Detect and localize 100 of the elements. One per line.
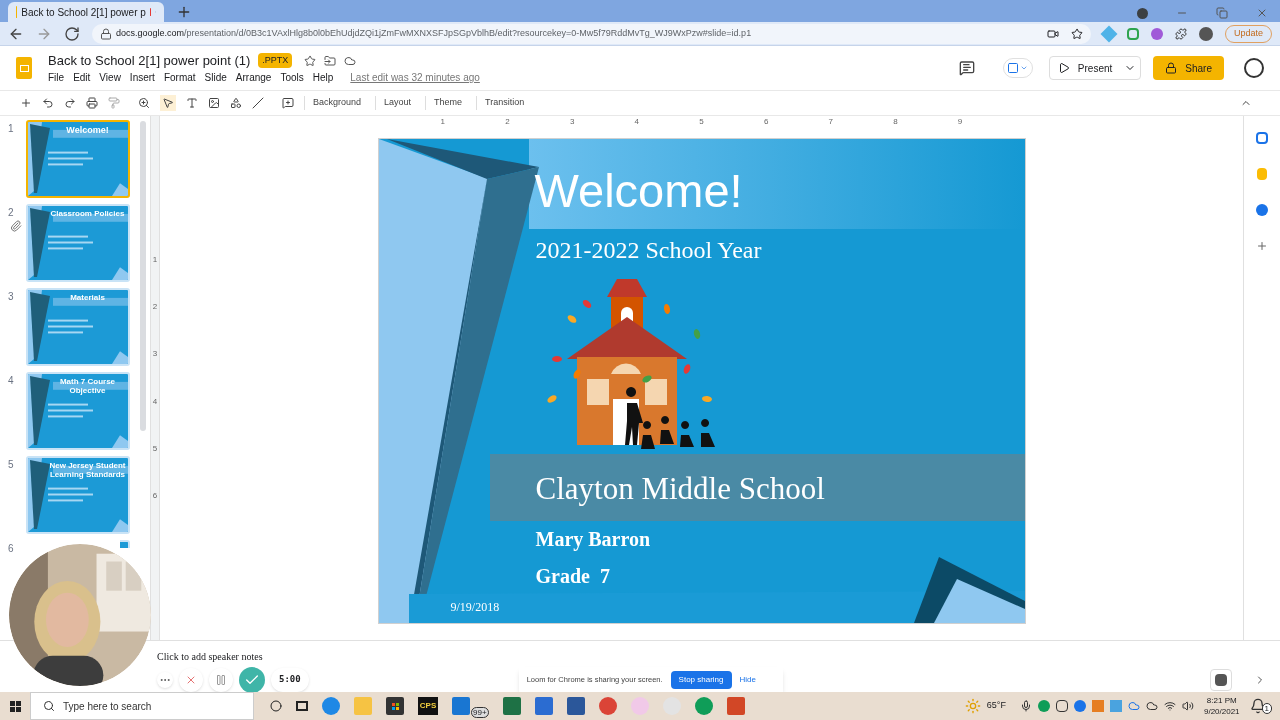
close-window-icon[interactable] — [1256, 7, 1268, 19]
thumbnail-title: Math 7 Course Objective — [58, 377, 117, 395]
menu-item[interactable]: Slide — [204, 70, 227, 86]
ruler-number: 7 — [828, 117, 833, 127]
pause-button[interactable] — [209, 668, 233, 692]
more-options-button[interactable] — [157, 672, 173, 688]
ruler-number: 9 — [957, 117, 963, 127]
browser-tab[interactable]: Back to School 2[1] power p — [8, 2, 164, 22]
scrollbar[interactable] — [140, 121, 146, 431]
stop-sharing-button[interactable]: Stop sharing — [670, 671, 732, 689]
calendar-icon[interactable] — [1256, 132, 1268, 144]
volume-icon[interactable] — [1181, 700, 1194, 712]
temperature-label[interactable]: 65°F — [986, 699, 1006, 713]
edge-icon[interactable] — [322, 697, 340, 715]
toolbar-button[interactable]: Transition — [476, 96, 529, 110]
ruler-number: 5 — [699, 117, 704, 127]
taskbar-search-field[interactable]: Type here to search — [30, 692, 254, 720]
toolbar-button[interactable]: Theme — [425, 96, 467, 110]
print-icon[interactable] — [86, 97, 98, 109]
finish-button[interactable] — [239, 667, 265, 693]
store-icon[interactable] — [386, 697, 404, 715]
mail-count-badge: 99+ — [471, 707, 489, 718]
menu-item[interactable]: Help — [312, 70, 334, 86]
redo-icon[interactable] — [64, 97, 76, 109]
reload-icon[interactable] — [64, 25, 80, 42]
cloud-icon[interactable] — [1145, 700, 1158, 712]
menu-item[interactable]: Format — [163, 70, 196, 86]
menu-item[interactable]: Insert — [129, 70, 155, 86]
play-icon — [1057, 62, 1070, 74]
share-button[interactable]: Share — [1153, 56, 1224, 80]
text-box-icon[interactable] — [186, 97, 198, 109]
cloud-icon[interactable] — [344, 54, 357, 67]
ruler-number: 6 — [152, 490, 158, 503]
school-name: Clayton Middle School — [535, 471, 825, 507]
teacher-name: Mary Barron — [535, 527, 651, 551]
task-view-icon[interactable] — [296, 701, 308, 711]
toolbar-button[interactable]: Layout — [375, 96, 416, 110]
search-placeholder: Type here to search — [63, 699, 152, 714]
shape-icon[interactable] — [230, 97, 242, 109]
onedrive-icon[interactable] — [1127, 700, 1140, 712]
clock-time[interactable]: 8:21 PM — [1206, 695, 1237, 706]
address-field[interactable]: docs.google.com/presentation/d/0B3c1VAxlHlg8b0l0bEhUdjdZQi1jZmFwMXNXSFJpSGpVblhB/edit?resourcekey=0-Mw5f79RddMvTg_WJ9WxPzw#slide=id.p1 — [92, 23, 1091, 44]
slide-title: Welcome! — [534, 163, 743, 219]
thumbnail-title: Classroom Policies — [49, 209, 126, 218]
slide-number: 3 — [8, 290, 15, 304]
line-icon[interactable] — [252, 97, 264, 109]
windows-logo-icon — [9, 700, 21, 712]
new-slide-icon[interactable] — [20, 97, 32, 109]
profile-menu-icon[interactable] — [1137, 7, 1148, 19]
zoom-icon[interactable] — [138, 97, 150, 109]
image-icon[interactable] — [208, 97, 220, 109]
ruler-number: 8 — [893, 117, 898, 127]
chat-app-icon[interactable] — [1037, 700, 1050, 712]
menu-item[interactable]: View — [99, 70, 121, 86]
menu-item[interactable]: File — [48, 70, 65, 86]
ruler-number: 4 — [634, 117, 639, 127]
slide-date: 9/19/2018 — [450, 600, 500, 614]
file-type-badge: .PPTX — [258, 52, 293, 69]
star-icon[interactable] — [304, 54, 317, 67]
menu-item[interactable]: Tools — [280, 70, 304, 86]
comments-icon[interactable] — [958, 60, 975, 76]
microphone-icon[interactable] — [1019, 700, 1032, 712]
extensions-icon[interactable] — [1174, 27, 1187, 40]
menu-item[interactable]: Edit — [73, 70, 91, 86]
toolbar-button[interactable]: Background — [304, 96, 366, 110]
explore-button[interactable] — [1210, 669, 1232, 691]
add-addon-icon[interactable] — [1256, 240, 1268, 252]
ruler-number: 5 — [152, 442, 158, 455]
notification-count: 1 — [1261, 703, 1272, 714]
cps-app-icon[interactable]: CPS — [418, 697, 438, 715]
cortana-icon[interactable] — [270, 700, 282, 712]
select-tool-icon[interactable] — [160, 95, 176, 111]
move-folder-icon[interactable] — [324, 54, 337, 67]
lock-icon — [100, 27, 112, 40]
attachment-icon — [10, 220, 22, 232]
account-avatar[interactable] — [1244, 58, 1264, 78]
notifications-icon[interactable] — [1249, 698, 1266, 714]
hide-link[interactable]: Hide — [739, 674, 756, 686]
clock-date[interactable]: 9/20/2021 — [1203, 706, 1240, 717]
add-comment-icon[interactable] — [282, 97, 294, 109]
camera-icon[interactable] — [1046, 27, 1059, 40]
slide-number: 1 — [8, 122, 15, 136]
slide-number: 2 — [8, 206, 15, 220]
last-edit-link[interactable]: Last edit was 32 minutes ago — [350, 70, 480, 86]
restore-icon[interactable] — [1216, 7, 1228, 19]
tab-title: Back to School 2[1] power p — [21, 5, 146, 20]
menu-item[interactable]: Arrange — [235, 70, 272, 86]
document-title[interactable]: Back to School 2[1] power point (1) — [48, 50, 251, 71]
bookmark-star-icon[interactable] — [1070, 27, 1083, 40]
search-icon — [43, 700, 55, 712]
new-tab-icon[interactable] — [176, 4, 192, 20]
ruler-number: 4 — [152, 395, 158, 408]
slide-subtitle: 2021-2022 School Year — [535, 236, 762, 264]
undo-icon[interactable] — [42, 97, 54, 109]
wifi-icon[interactable] — [1163, 700, 1176, 712]
thumbnail-title: New Jersey Student Learning Standards — [48, 461, 127, 479]
lock-icon — [1165, 62, 1178, 74]
speaker-notes-field[interactable]: Click to add speaker notes — [157, 649, 1280, 664]
tasks-icon[interactable] — [1256, 204, 1268, 216]
profile-avatar[interactable] — [1198, 26, 1213, 41]
